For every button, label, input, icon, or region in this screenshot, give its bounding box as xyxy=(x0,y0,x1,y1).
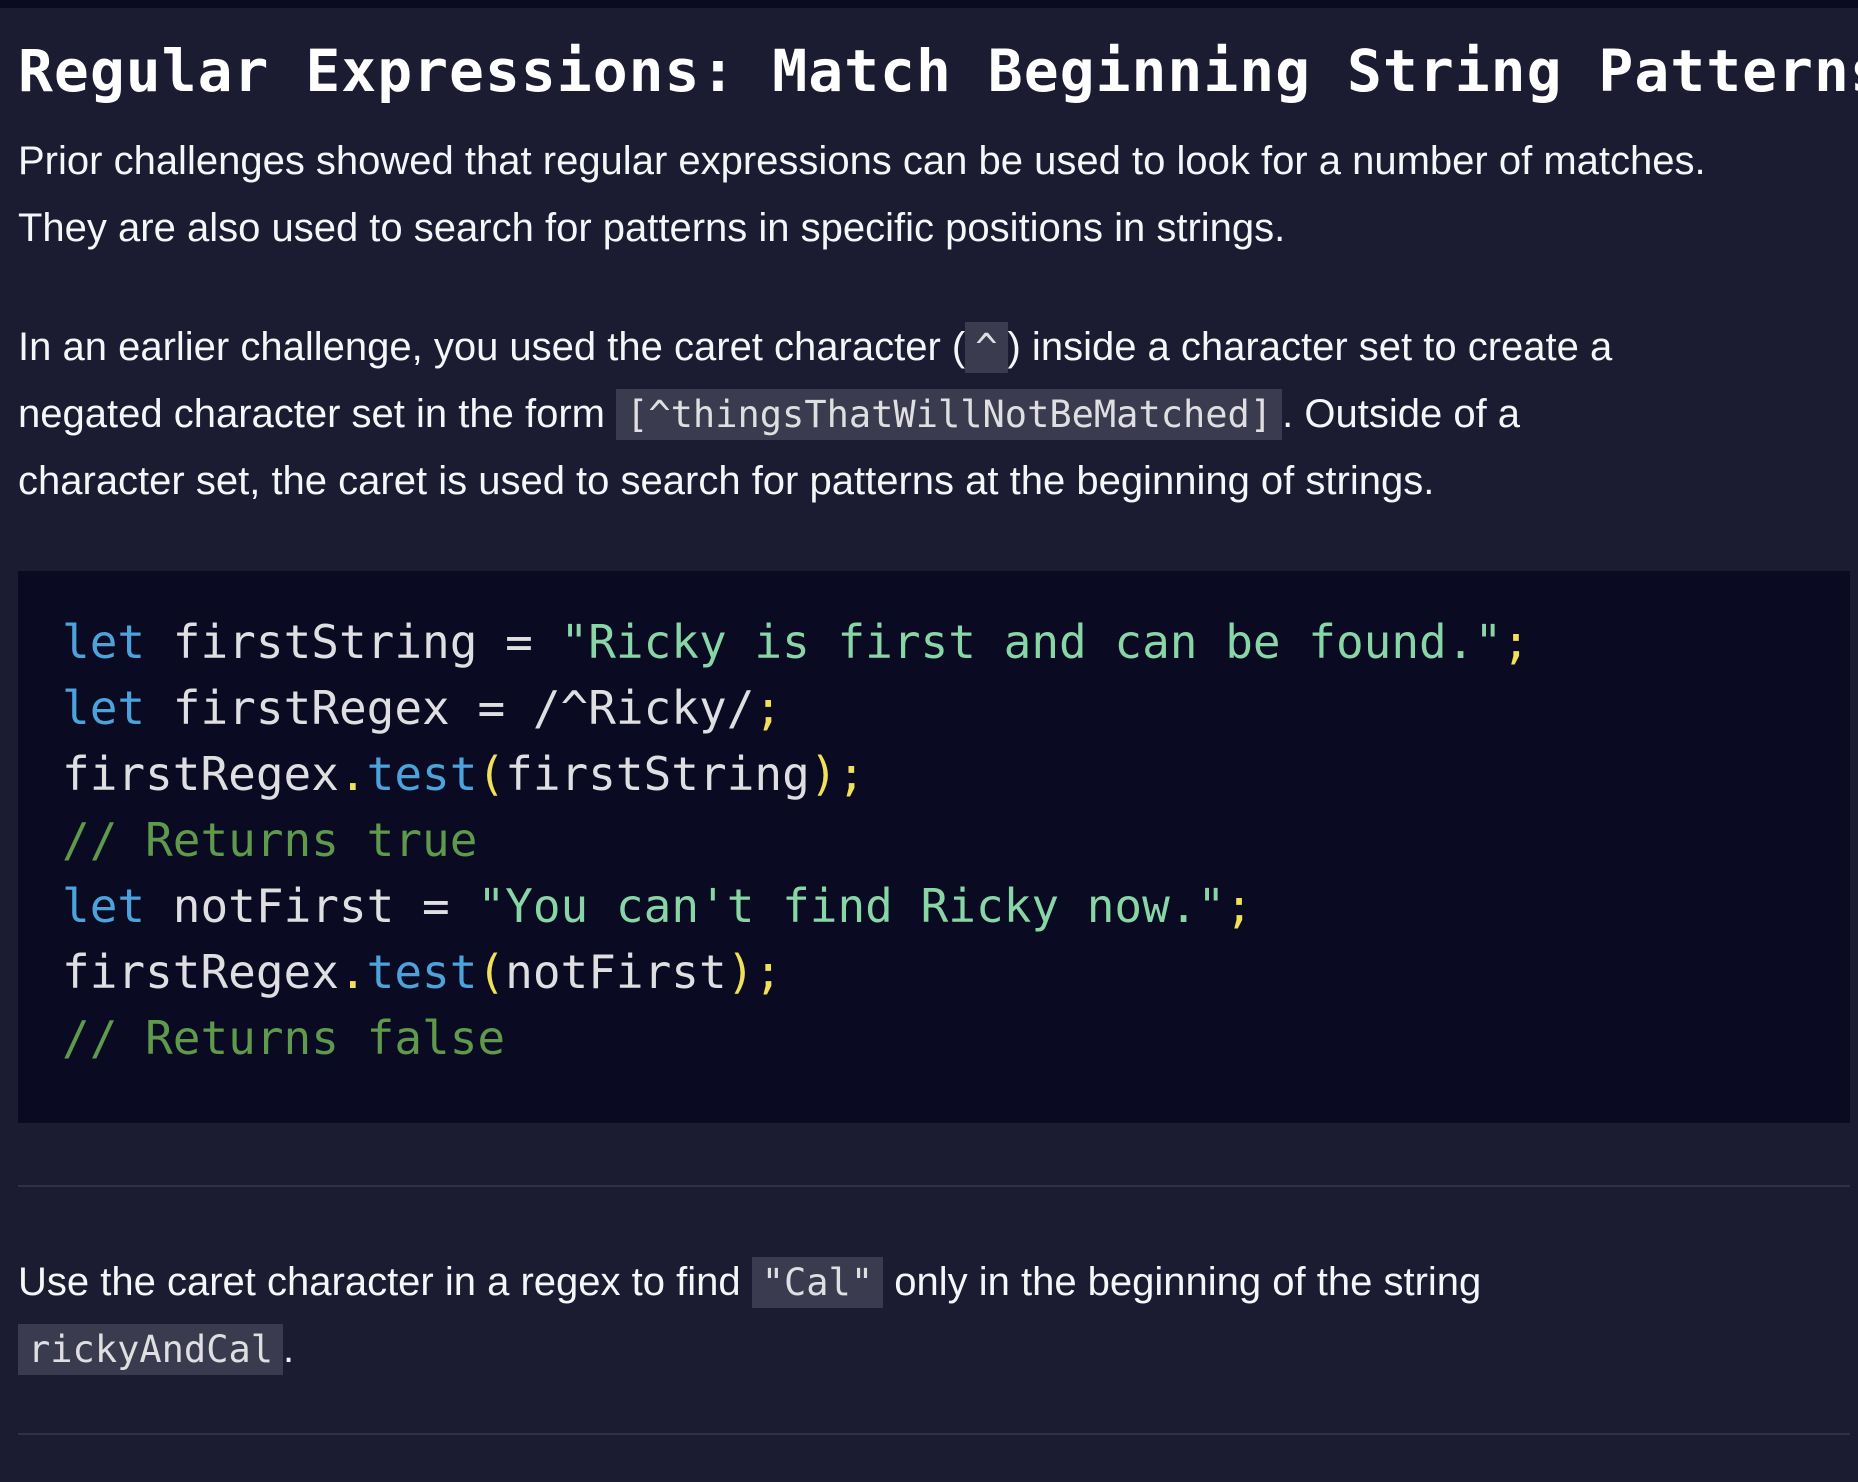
code-keyword: let xyxy=(62,615,146,669)
intro-line-1: Prior challenges showed that regular exp… xyxy=(18,139,1706,183)
code-punctuation: ; xyxy=(754,681,783,735)
code-punctuation: ; xyxy=(754,945,783,999)
code-identifier: firstRegex xyxy=(62,945,339,999)
code-regex: /^Ricky/ xyxy=(505,681,755,735)
page-title: Regular Expressions: Match Beginning Str… xyxy=(18,37,1858,105)
code-comment: // Returns false xyxy=(62,1011,506,1065)
inline-code-cal: "Cal" xyxy=(751,1257,884,1308)
code-punctuation: ( xyxy=(477,945,506,999)
explanation-text: ) inside a character set to create a xyxy=(1007,325,1613,369)
code-keyword: let xyxy=(62,879,146,933)
code-punctuation: ) xyxy=(809,747,838,801)
code-comment: // Returns true xyxy=(62,813,478,867)
explanation-text: In an earlier challenge, you used the ca… xyxy=(18,325,966,369)
code-punctuation: ) xyxy=(726,945,755,999)
code-line: firstRegex.test(firstString); xyxy=(62,741,1850,807)
code-identifier: firstString xyxy=(505,747,810,801)
code-punctuation: ( xyxy=(477,747,506,801)
code-line: let notFirst = "You can't find Ricky now… xyxy=(62,873,1850,939)
code-line: let firstString = "Ricky is first and ca… xyxy=(62,609,1850,675)
code-line: firstRegex.test(notFirst); xyxy=(62,939,1850,1005)
code-identifier: notFirst xyxy=(145,879,423,933)
code-example-block: let firstString = "Ricky is first and ca… xyxy=(18,571,1850,1123)
section-divider xyxy=(18,1185,1850,1187)
code-punctuation: ; xyxy=(1225,879,1253,933)
code-operator: = xyxy=(422,879,450,933)
explanation-text: character set, the caret is used to sear… xyxy=(18,459,1435,503)
instructions-paragraph: Use the caret character in a regex to fi… xyxy=(18,1249,1850,1383)
inline-code-caret: ^ xyxy=(965,322,1008,373)
section-divider xyxy=(18,1433,1850,1435)
code-method: test xyxy=(366,747,478,801)
inline-code-negated-set: [^thingsThatWillNotBeMatched] xyxy=(616,389,1283,440)
explanation-text: . Outside of a xyxy=(1282,392,1521,436)
intro-paragraph: Prior challenges showed that regular exp… xyxy=(18,128,1850,262)
explanation-paragraph: In an earlier challenge, you used the ca… xyxy=(18,314,1850,515)
code-identifier: firstString xyxy=(145,615,506,669)
instructions-text: . xyxy=(283,1327,295,1371)
code-keyword: let xyxy=(62,681,146,735)
inline-code-variable: rickyAndCal xyxy=(18,1324,284,1375)
code-identifier: firstRegex xyxy=(145,681,478,735)
code-punctuation: ; xyxy=(837,747,866,801)
code-operator: = xyxy=(505,615,533,669)
code-method: test xyxy=(366,945,478,999)
code-operator: = xyxy=(477,681,506,735)
code-punctuation: . xyxy=(338,945,367,999)
top-bar xyxy=(0,0,1858,8)
code-string: "Ricky is first and can be found." xyxy=(560,615,1503,669)
code-line: let firstRegex = /^Ricky/; xyxy=(62,675,1850,741)
code-identifier: firstRegex xyxy=(62,747,339,801)
code-punctuation: . xyxy=(338,747,367,801)
instructions-text: Use the caret character in a regex to fi… xyxy=(18,1260,752,1304)
instructions-text: only in the beginning of the string xyxy=(883,1260,1482,1304)
code-punctuation: ; xyxy=(1502,615,1530,669)
challenge-description: Regular Expressions: Match Beginning Str… xyxy=(18,8,1858,1435)
code-identifier: notFirst xyxy=(505,945,727,999)
intro-line-2: They are also used to search for pattern… xyxy=(18,206,1286,250)
explanation-text: negated character set in the form xyxy=(18,392,617,436)
code-string: "You can't find Ricky now." xyxy=(477,879,1226,933)
